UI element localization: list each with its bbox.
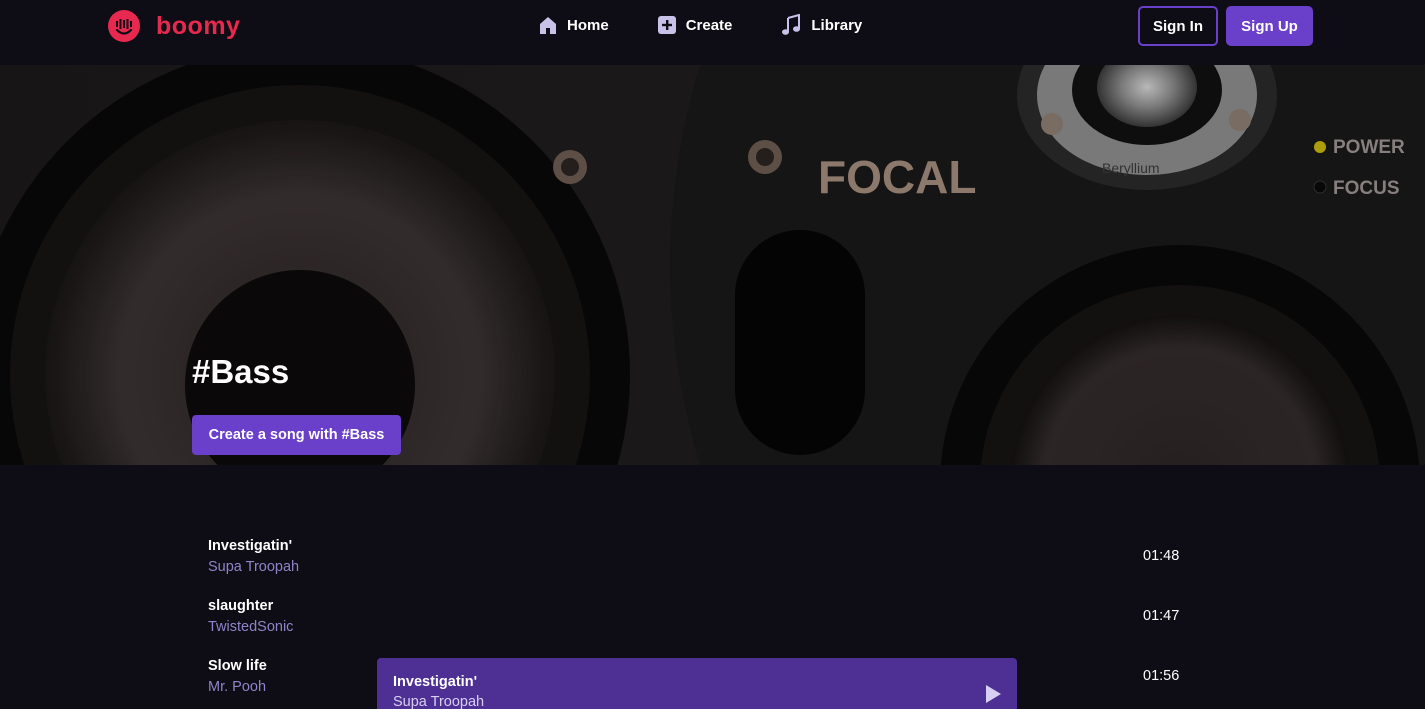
player-song-artist: Supa Troopah bbox=[393, 694, 485, 709]
plus-square-icon bbox=[657, 16, 676, 34]
hero-banner: FOCAL Beryllium POWER FOCUS #Bass Create… bbox=[0, 65, 1425, 465]
song-title[interactable]: Slow life bbox=[208, 658, 267, 674]
nav-home-label: Home bbox=[567, 16, 609, 34]
music-note-icon bbox=[782, 14, 801, 35]
brand-logo[interactable]: boomy bbox=[108, 10, 240, 42]
song-duration: 01:56 bbox=[1143, 668, 1180, 684]
brand-name: boomy bbox=[156, 11, 241, 40]
song-row[interactable]: slaughter TwistedSonic 01:47 bbox=[192, 590, 1192, 642]
song-row[interactable]: Investigatin' Supa Troopah 01:48 bbox=[192, 530, 1192, 582]
sign-in-button[interactable]: Sign In bbox=[1138, 6, 1218, 46]
create-song-button[interactable]: Create a song with #Bass bbox=[192, 415, 401, 455]
nav-create[interactable]: Create bbox=[657, 14, 733, 36]
now-playing-card[interactable]: Investigatin' Supa Troopah bbox=[377, 658, 1017, 709]
song-artist[interactable]: Mr. Pooh bbox=[208, 679, 266, 695]
song-duration: 01:47 bbox=[1143, 608, 1180, 624]
top-navbar: boomy Home Create Library Sign In Sign U… bbox=[0, 0, 1425, 65]
sign-up-button[interactable]: Sign Up bbox=[1226, 6, 1313, 46]
nav-create-label: Create bbox=[685, 16, 733, 34]
hero-title: #Bass bbox=[192, 353, 290, 390]
smiley-equalizer-icon bbox=[108, 10, 140, 42]
main-nav: Home Create Library bbox=[538, 14, 862, 36]
song-duration: 01:48 bbox=[1143, 548, 1180, 564]
home-icon bbox=[540, 17, 556, 34]
nav-library-label: Library bbox=[811, 16, 863, 34]
song-title[interactable]: Investigatin' bbox=[208, 538, 292, 554]
nav-home[interactable]: Home bbox=[538, 14, 609, 36]
song-artist[interactable]: Supa Troopah bbox=[208, 559, 299, 575]
song-title[interactable]: slaughter bbox=[208, 598, 273, 614]
song-artist[interactable]: TwistedSonic bbox=[208, 619, 293, 635]
speaker-background-image: FOCAL Beryllium POWER FOCUS bbox=[0, 65, 1425, 465]
play-icon[interactable] bbox=[983, 684, 1003, 704]
nav-library[interactable]: Library bbox=[780, 14, 862, 36]
player-song-title: Investigatin' bbox=[393, 674, 478, 690]
